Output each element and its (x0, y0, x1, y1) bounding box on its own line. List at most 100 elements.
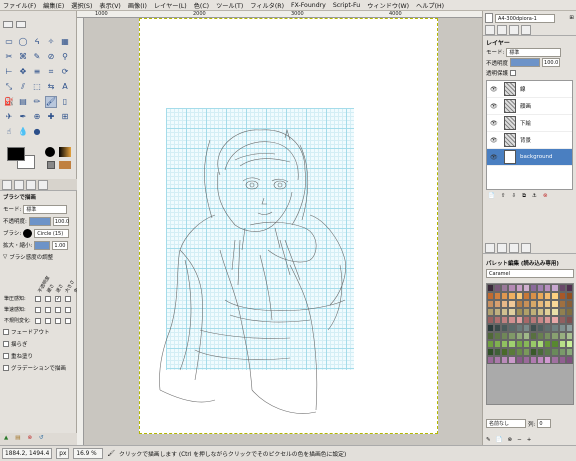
palette-swatch[interactable] (537, 292, 545, 300)
rotate-tool-icon[interactable]: ⟳ (59, 66, 71, 78)
palette-swatch[interactable] (558, 356, 566, 364)
incremental-row[interactable]: 重ね塗り (0, 350, 77, 362)
palette-swatch[interactable] (529, 284, 538, 292)
palette-swatch[interactable] (508, 300, 516, 308)
palette-swatch[interactable] (515, 292, 523, 300)
tab-images[interactable] (38, 180, 48, 190)
palette-swatch[interactable] (529, 324, 538, 332)
clone-tool-icon[interactable]: ⊕ (31, 111, 43, 123)
palette-swatch[interactable] (522, 316, 530, 324)
palette-swatch[interactable] (508, 292, 516, 300)
palette-swatch[interactable] (522, 300, 530, 308)
mode-select[interactable]: 標準 (23, 204, 68, 214)
eraser-tool-icon[interactable]: ▯ (59, 96, 71, 108)
palette-swatch[interactable] (529, 356, 538, 364)
crop-tool-icon[interactable]: ⌗ (45, 66, 57, 78)
jitter-checkbox[interactable] (3, 341, 9, 347)
palette-swatch[interactable] (558, 332, 566, 340)
palette-swatch[interactable] (522, 284, 530, 292)
palette-swatch[interactable] (508, 324, 516, 332)
palette-swatch[interactable] (515, 300, 523, 308)
palette-swatch[interactable] (494, 300, 502, 308)
eye-icon[interactable]: 👁 (490, 137, 500, 144)
palette-swatch[interactable] (537, 316, 545, 324)
palette-edit-icon[interactable]: ✎ (486, 437, 491, 443)
jitter-row[interactable]: 揺らぎ (0, 338, 77, 350)
palette-swatch[interactable] (515, 332, 523, 340)
palette-swatch[interactable] (551, 284, 559, 292)
incremental-checkbox[interactable] (3, 353, 9, 359)
brush-name-field[interactable]: Circle (15) (34, 228, 70, 238)
perspective-tool-icon[interactable]: ⬚ (31, 81, 43, 93)
palette-swatch[interactable] (544, 332, 552, 340)
palette-swatch[interactable] (508, 348, 516, 356)
dynamics-checkbox[interactable] (45, 306, 51, 313)
image-name-select[interactable]: A4-300dpiora-1 (495, 13, 555, 23)
palette-swatch[interactable] (494, 332, 502, 340)
palette-swatch[interactable] (487, 332, 495, 340)
palette-swatch[interactable] (487, 324, 495, 332)
dodge-burn-tool-icon[interactable]: ● (31, 126, 43, 138)
palette-swatch[interactable] (522, 308, 530, 316)
palette-swatch[interactable] (565, 316, 573, 324)
tab-tool-options[interactable] (2, 180, 12, 190)
palette-swatch[interactable] (522, 356, 530, 364)
palette-swatch[interactable] (565, 308, 573, 316)
airbrush-tool-icon[interactable]: ✈ (3, 111, 15, 123)
palette-swatch[interactable] (551, 308, 559, 316)
palette-swatch[interactable] (551, 300, 559, 308)
menu-item-3[interactable]: 表示(V) (99, 1, 120, 10)
gradient-row[interactable]: グラデーションで描画 (0, 362, 77, 374)
palette-swatch[interactable] (501, 356, 509, 364)
palette-swatch[interactable] (508, 332, 516, 340)
menu-item-8[interactable]: フィルタ(R) (250, 1, 284, 10)
menu-item-11[interactable]: ウィンドウ(W) (367, 1, 409, 10)
layer-opacity-slider[interactable] (510, 58, 541, 67)
palette-swatch[interactable] (551, 316, 559, 324)
palette-swatch[interactable] (537, 356, 545, 364)
palette-swatch[interactable] (544, 340, 552, 348)
palette-swatch[interactable] (537, 340, 545, 348)
ellipse-select-tool-icon[interactable]: ◯ (17, 36, 29, 48)
palette-swatch[interactable] (501, 284, 509, 292)
gradient-checkbox[interactable] (3, 365, 9, 371)
palette-swatch[interactable] (494, 316, 502, 324)
palette-swatch[interactable] (487, 316, 495, 324)
palette-swatch[interactable] (558, 348, 566, 356)
reset-options-icon[interactable]: ↺ (39, 435, 44, 443)
palette-zoom-out-icon[interactable]: − (517, 437, 522, 443)
gradient-indicator-icon[interactable] (59, 147, 71, 157)
dynamics-checkbox[interactable] (45, 295, 51, 302)
paintbrush-tool-icon[interactable]: 🖌 (45, 96, 57, 108)
palette-swatch[interactable] (558, 316, 566, 324)
palette-swatch[interactable] (494, 340, 502, 348)
palette-swatch[interactable] (558, 284, 566, 292)
palette-swatch[interactable] (529, 332, 538, 340)
eye-icon[interactable]: 👁 (490, 154, 500, 161)
dynamics-checkbox[interactable] (35, 295, 41, 302)
palette-swatch[interactable] (529, 340, 538, 348)
lock-alpha-checkbox[interactable] (510, 69, 517, 76)
dynamics-checkbox[interactable] (65, 317, 71, 324)
unit-select[interactable]: px (56, 448, 70, 459)
palette-swatch[interactable] (558, 324, 566, 332)
palette-swatch[interactable] (544, 356, 552, 364)
foreground-select-tool-icon[interactable]: ⌘ (17, 51, 29, 63)
dynamics-checkbox[interactable] (35, 317, 41, 324)
menu-item-0[interactable]: ファイル(F) (3, 1, 36, 10)
raise-layer-icon[interactable]: ⇧ (501, 193, 506, 201)
brush-indicator-icon[interactable] (45, 147, 55, 157)
palette-swatch[interactable] (501, 300, 509, 308)
palette-swatch[interactable] (501, 348, 509, 356)
palette-swatch[interactable] (487, 284, 495, 292)
palette-swatch[interactable] (565, 356, 573, 364)
dynamics-checkbox[interactable] (65, 295, 71, 302)
move-tool-icon[interactable]: ✥ (17, 66, 29, 78)
opacity-value[interactable]: 100.0 (52, 216, 69, 226)
palette-swatch[interactable] (494, 292, 502, 300)
palette-swatch[interactable] (494, 348, 502, 356)
tab-gradients[interactable] (509, 243, 519, 253)
layer-row[interactable]: 👁 線 (487, 81, 572, 98)
palette-swatch[interactable] (515, 348, 523, 356)
layer-row[interactable]: 👁 下絵 (487, 115, 572, 132)
